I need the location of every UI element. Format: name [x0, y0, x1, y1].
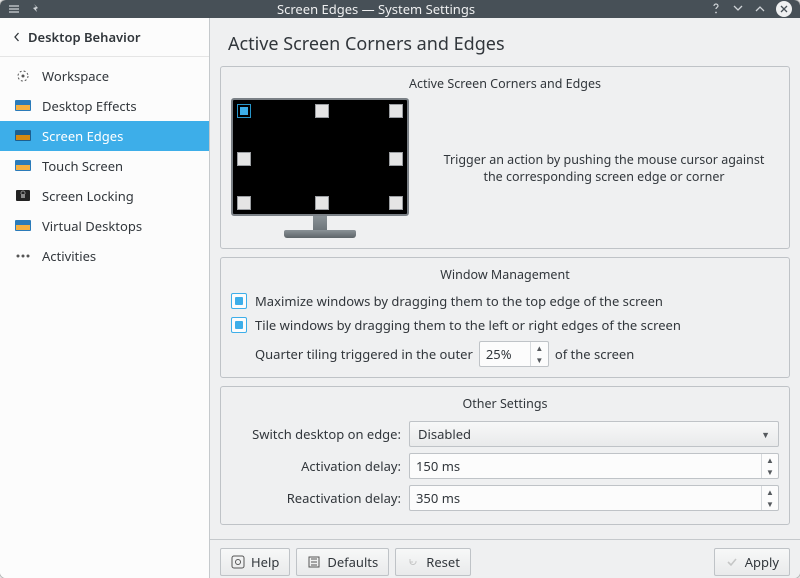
- spin-up-icon[interactable]: ▲: [762, 454, 778, 466]
- sidebar: Desktop Behavior Workspace Desktop Effec…: [0, 18, 210, 578]
- reactivation-delay-spinbox[interactable]: ▲▼: [409, 485, 779, 511]
- button-label: Defaults: [327, 553, 378, 571]
- window-title: Screen Edges — System Settings: [42, 0, 710, 18]
- group-other-settings: Other Settings Switch desktop on edge: D…: [220, 386, 790, 525]
- apply-button[interactable]: Apply: [714, 548, 790, 576]
- button-label: Reset: [426, 553, 460, 571]
- defaults-button[interactable]: Defaults: [296, 548, 389, 576]
- quarter-tiling-spinbox[interactable]: ▲▼: [479, 341, 549, 367]
- minimize-icon[interactable]: [732, 4, 744, 14]
- sidebar-item-label: Touch Screen: [42, 157, 123, 175]
- button-label: Help: [251, 553, 279, 571]
- activation-delay-spinbox[interactable]: ▲▼: [409, 453, 779, 479]
- footer: Help Defaults Reset Apply: [210, 539, 800, 578]
- pin-icon[interactable]: [30, 3, 42, 15]
- sidebar-item-screen-edges[interactable]: Screen Edges: [0, 121, 209, 151]
- sidebar-item-workspace[interactable]: Workspace: [0, 61, 209, 91]
- sidebar-item-activities[interactable]: Activities: [0, 241, 209, 271]
- edge-left[interactable]: [237, 152, 251, 166]
- sidebar-item-label: Activities: [42, 247, 96, 265]
- tile-label: Tile windows by dragging them to the lef…: [255, 316, 681, 334]
- sidebar-item-screen-locking[interactable]: Screen Locking: [0, 181, 209, 211]
- reactivation-delay-input[interactable]: [410, 489, 761, 507]
- edge-right[interactable]: [389, 152, 403, 166]
- desktop-effects-icon: [14, 98, 32, 114]
- chevron-down-icon: ▼: [761, 428, 770, 441]
- sidebar-item-label: Workspace: [42, 67, 109, 85]
- group-window-management: Window Management Maximize windows by dr…: [220, 257, 790, 378]
- maximize-checkbox[interactable]: [231, 293, 247, 309]
- edge-bottom-left[interactable]: [237, 196, 251, 210]
- page-title: Active Screen Corners and Edges: [210, 18, 800, 66]
- sidebar-item-label: Desktop Effects: [42, 97, 137, 115]
- edge-top[interactable]: [315, 104, 329, 118]
- edge-bottom[interactable]: [315, 196, 329, 210]
- edges-hint: Trigger an action by pushing the mouse c…: [429, 151, 779, 186]
- window: Screen Edges — System Settings Desktop B…: [0, 0, 800, 578]
- switch-desktop-select[interactable]: Disabled ▼: [409, 421, 779, 447]
- virtual-desktops-icon: [14, 218, 32, 234]
- app-menu-icon[interactable]: [8, 3, 20, 15]
- apply-icon: [725, 555, 739, 569]
- defaults-icon: [307, 555, 321, 569]
- reset-button[interactable]: Reset: [395, 548, 471, 576]
- edge-bottom-right[interactable]: [389, 196, 403, 210]
- close-icon[interactable]: [776, 1, 792, 17]
- help-icon: [231, 555, 245, 569]
- sidebar-item-virtual-desktops[interactable]: Virtual Desktops: [0, 211, 209, 241]
- group-title: Other Settings: [231, 395, 779, 418]
- help-icon[interactable]: [710, 3, 722, 15]
- help-button[interactable]: Help: [220, 548, 290, 576]
- reactivation-delay-label: Reactivation delay:: [231, 489, 401, 507]
- activation-delay-label: Activation delay:: [231, 457, 401, 475]
- titlebar: Screen Edges — System Settings: [0, 0, 800, 18]
- sidebar-item-label: Screen Edges: [42, 127, 123, 145]
- button-label: Apply: [745, 553, 779, 571]
- edge-top-left[interactable]: [237, 104, 251, 118]
- spin-down-icon[interactable]: ▼: [762, 466, 778, 478]
- quarter-tiling-prefix: Quarter tiling triggered in the outer: [255, 345, 473, 363]
- maximize-icon[interactable]: [754, 4, 766, 14]
- maximize-label: Maximize windows by dragging them to the…: [255, 292, 663, 310]
- screen-locking-icon: [14, 188, 32, 204]
- group-title: Active Screen Corners and Edges: [231, 75, 779, 98]
- sidebar-item-desktop-effects[interactable]: Desktop Effects: [0, 91, 209, 121]
- activation-delay-input[interactable]: [410, 457, 761, 475]
- switch-desktop-label: Switch desktop on edge:: [231, 425, 401, 443]
- reset-icon: [406, 555, 420, 569]
- quarter-tiling-input[interactable]: [480, 345, 530, 363]
- quarter-tiling-suffix: of the screen: [555, 345, 634, 363]
- screen-edge-monitor: [231, 98, 409, 216]
- sidebar-item-label: Virtual Desktops: [42, 217, 142, 235]
- screen-edges-icon: [14, 128, 32, 144]
- edge-top-right[interactable]: [389, 104, 403, 118]
- workspace-icon: [14, 68, 32, 84]
- spin-up-icon[interactable]: ▲: [531, 342, 548, 354]
- sidebar-item-label: Screen Locking: [42, 187, 134, 205]
- breadcrumb-label: Desktop Behavior: [28, 28, 141, 46]
- touch-screen-icon: [14, 158, 32, 174]
- spin-down-icon[interactable]: ▼: [762, 498, 778, 510]
- group-active-edges: Active Screen Corners and Edges: [220, 66, 790, 249]
- switch-desktop-value: Disabled: [418, 425, 471, 443]
- chevron-left-icon: [12, 32, 22, 42]
- spin-down-icon[interactable]: ▼: [531, 354, 548, 366]
- spin-up-icon[interactable]: ▲: [762, 486, 778, 498]
- group-title: Window Management: [231, 266, 779, 289]
- activities-icon: [14, 248, 32, 264]
- sidebar-item-touch-screen[interactable]: Touch Screen: [0, 151, 209, 181]
- breadcrumb[interactable]: Desktop Behavior: [0, 18, 209, 57]
- tile-checkbox[interactable]: [231, 317, 247, 333]
